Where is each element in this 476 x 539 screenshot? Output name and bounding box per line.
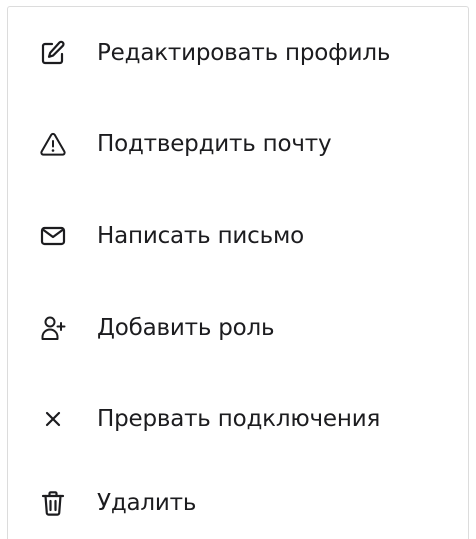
- context-menu: Редактировать профиль Подтвердить почту …: [7, 6, 469, 539]
- menu-item-label: Редактировать профиль: [97, 40, 391, 66]
- trash-icon: [39, 489, 67, 517]
- menu-item-label: Удалить: [97, 490, 197, 516]
- menu-item-label: Написать письмо: [97, 223, 304, 249]
- menu-item-disconnect[interactable]: Прервать подключения: [8, 389, 468, 449]
- menu-item-write-email[interactable]: Написать письмо: [8, 206, 468, 266]
- menu-item-label: Прервать подключения: [97, 406, 381, 432]
- menu-item-edit-profile[interactable]: Редактировать профиль: [8, 23, 468, 83]
- edit-icon: [39, 39, 67, 67]
- menu-item-label: Подтвердить почту: [97, 131, 332, 157]
- menu-item-add-role[interactable]: Добавить роль: [8, 298, 468, 358]
- menu-item-label: Добавить роль: [97, 315, 275, 341]
- mail-icon: [39, 222, 67, 250]
- menu-item-delete[interactable]: Удалить: [8, 473, 468, 533]
- add-user-icon: [39, 314, 67, 342]
- menu-item-confirm-email[interactable]: Подтвердить почту: [8, 114, 468, 174]
- warning-icon: [39, 130, 67, 158]
- close-icon: [39, 405, 67, 433]
